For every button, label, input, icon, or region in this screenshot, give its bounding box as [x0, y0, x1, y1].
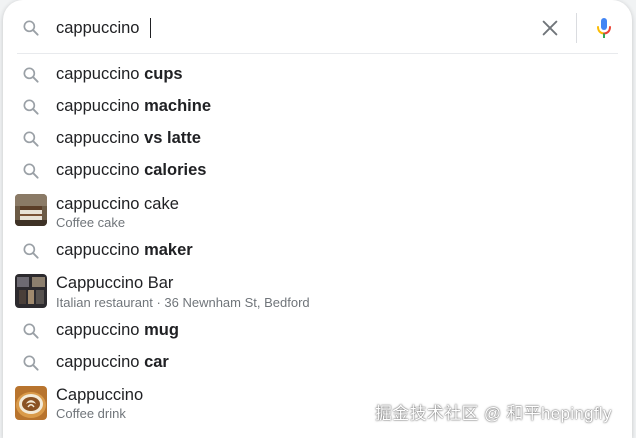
suggestion-text: cappuccino vs latte	[56, 129, 201, 147]
watermark: 掘金技术社区 @ 和平hepingfly	[375, 404, 612, 423]
suggestion-text: cappuccino calories	[56, 161, 207, 179]
suggestion-text: cappuccino cups	[56, 65, 183, 83]
search-icon	[21, 321, 41, 341]
suggestion-item-entity[interactable]: Cappuccino Bar Italian restaurant · 36 N…	[3, 267, 632, 315]
suggestion-text: cappuccino car	[56, 353, 169, 371]
close-icon	[539, 20, 561, 43]
suggestion-item[interactable]: cappuccino vs latte	[3, 123, 632, 155]
search-icon	[21, 18, 41, 38]
cappuccino-cup-thumbnail	[15, 386, 47, 420]
suggestion-item[interactable]: cappuccino calories	[3, 155, 632, 187]
restaurant-thumbnail	[15, 274, 47, 308]
search-icon	[21, 65, 41, 85]
search-bar-divider	[576, 13, 577, 43]
search-input[interactable]	[56, 15, 516, 41]
suggestion-subtitle: Italian restaurant · 36 Newnham St, Bedf…	[56, 295, 310, 310]
voice-search-button[interactable]	[592, 16, 616, 40]
suggestion-item[interactable]: cappuccino car	[3, 347, 632, 379]
suggestion-subtitle: Coffee cake	[56, 215, 126, 230]
clear-search-button[interactable]	[539, 17, 561, 39]
microphone-icon	[592, 18, 616, 44]
suggestion-item-entity[interactable]: cappuccino cake Coffee cake	[3, 187, 632, 235]
search-icon	[21, 129, 41, 149]
search-icon	[21, 161, 41, 181]
search-icon	[21, 241, 41, 261]
suggestion-title: Cappuccino Bar	[56, 274, 174, 292]
search-bar	[3, 0, 632, 54]
search-icon	[21, 97, 41, 117]
suggestion-item[interactable]: cappuccino mug	[3, 315, 632, 347]
suggestion-item[interactable]: cappuccino maker	[3, 235, 632, 267]
suggestion-title: cappuccino cake	[56, 195, 179, 213]
suggestion-text: cappuccino machine	[56, 97, 212, 115]
suggestion-subtitle: Coffee drink	[56, 406, 126, 421]
suggestion-item[interactable]: cappuccino machine	[3, 91, 632, 123]
suggestion-item[interactable]: cappuccino cups	[3, 58, 632, 91]
search-suggestions-panel: cappuccino cups cappuccino machine cappu…	[3, 0, 632, 438]
suggestion-title: Cappuccino	[56, 386, 144, 404]
text-caret	[150, 18, 151, 38]
suggestion-text: cappuccino maker	[56, 241, 193, 259]
suggestion-text: cappuccino mug	[56, 321, 179, 339]
search-bar-bottom-divider	[17, 53, 618, 54]
search-icon	[21, 353, 41, 373]
cake-thumbnail	[15, 194, 47, 226]
